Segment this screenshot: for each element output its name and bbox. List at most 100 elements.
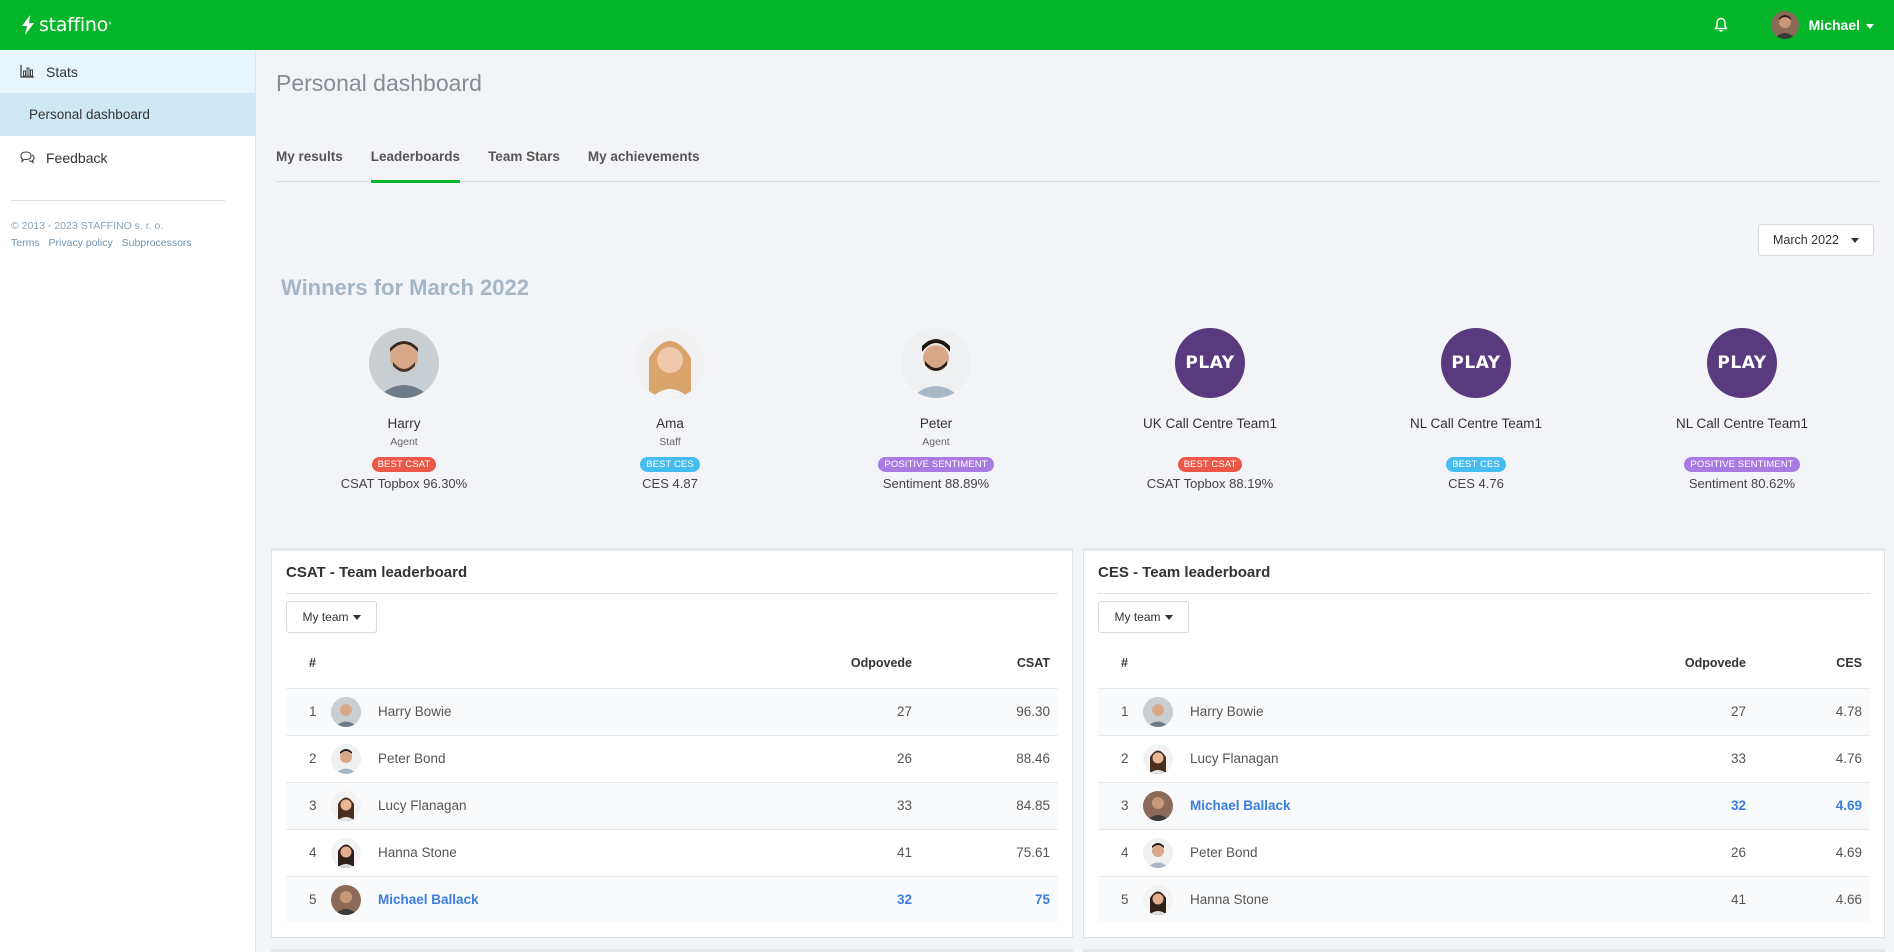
user-name: Harry Bowie [378, 704, 452, 719]
table-row: 1 Harry Bowie 27 4.78 [1098, 688, 1870, 735]
user-avatar[interactable] [1770, 11, 1799, 39]
month-select[interactable]: March 2022 [1758, 224, 1874, 256]
user-name: Hanna Stone [378, 845, 457, 860]
user-name[interactable]: Michael Ballack [378, 892, 479, 907]
chevron-down-icon [352, 614, 361, 620]
play-logo: PLAY [1441, 328, 1511, 398]
responses: 26 [896, 751, 912, 766]
notification-bell-icon[interactable] [1711, 15, 1731, 35]
sidebar-item-label: Stats [46, 63, 78, 80]
user-name[interactable]: Michael Ballack [1190, 798, 1291, 813]
sidebar-item-label: Feedback [46, 149, 108, 166]
tab-team-stars[interactable]: Team Stars [488, 147, 560, 182]
user-avatar [1143, 791, 1173, 821]
user-name: Lucy Flanagan [378, 798, 467, 813]
user-name: Michael [1808, 17, 1860, 33]
user-menu[interactable]: Michael [1809, 17, 1874, 33]
rank: 3 [1121, 798, 1129, 813]
rank: 4 [1121, 845, 1129, 860]
award-badge: BEST CES [640, 457, 700, 472]
user-avatar [1143, 744, 1173, 774]
winner-role [1366, 436, 1586, 448]
winner-avatar [635, 328, 705, 398]
terms-link[interactable]: Terms [11, 237, 40, 249]
responses: 27 [896, 704, 912, 719]
team-filter-dropdown[interactable]: My team [1098, 601, 1189, 633]
winner-avatar [901, 328, 971, 398]
sidebar-item-personal-dashboard[interactable]: Personal dashboard [0, 93, 255, 136]
user-avatar [1143, 697, 1173, 727]
award-badge: POSITIVE SENTIMENT [1684, 457, 1800, 472]
winner-score: Sentiment 80.62% [1688, 476, 1796, 491]
sidebar-item-label: Personal dashboard [29, 107, 150, 122]
responses: 27 [1730, 704, 1746, 719]
col-score[interactable]: CES [1836, 656, 1862, 670]
ces-leaderboard-card: CES - Team leaderboard My team # Odpoved… [1083, 548, 1885, 938]
tab-leaderboards[interactable]: Leaderboards [370, 147, 461, 183]
table-row-current-user: 3 Michael Ballack 32 4.69 [1098, 782, 1870, 829]
team-filter-value: My team [302, 610, 349, 624]
winner-role [1100, 436, 1320, 448]
responses: 32 [1730, 798, 1746, 813]
score: 4.69 [1835, 845, 1862, 860]
chevron-down-icon [1164, 614, 1173, 620]
score: 4.69 [1835, 798, 1862, 813]
award-badge: POSITIVE SENTIMENT [878, 457, 994, 472]
sidebar-item-stats[interactable]: Stats [0, 50, 255, 93]
col-responses[interactable]: Odpovede [851, 656, 912, 670]
rank: 5 [1121, 892, 1129, 907]
col-score[interactable]: CSAT [1017, 656, 1050, 670]
winner-card: PLAY UK Call Centre Team1 BEST CSAT CSAT… [1100, 328, 1320, 491]
winner-score: CSAT Topbox 88.19% [1146, 476, 1274, 491]
month-select-value: March 2022 [1772, 233, 1839, 247]
winner-role [1632, 436, 1852, 448]
winner-name: Harry [387, 416, 421, 431]
winner-card: Ama Staff BEST CES CES 4.87 [560, 328, 780, 491]
user-name: Harry Bowie [1190, 704, 1264, 719]
winner-score: CES 4.76 [1448, 476, 1504, 491]
score: 75 [1034, 892, 1050, 907]
winners-title: Winners for March 2022 [281, 275, 529, 300]
table-row-current-user: 5 Michael Ballack 32 75 [286, 876, 1058, 923]
col-rank: # [309, 656, 316, 670]
tab-my-results[interactable]: My results [276, 147, 343, 182]
winner-score: CES 4.87 [642, 476, 698, 491]
score: 4.76 [1835, 751, 1862, 766]
team-filter-value: My team [1114, 610, 1161, 624]
table-row: 1 Harry Bowie 27 96.30 [286, 688, 1058, 735]
table-row: 5 Hanna Stone 41 4.66 [1098, 876, 1870, 923]
winner-name: Peter [919, 416, 953, 431]
winner-role: Agent [922, 436, 950, 448]
tab-my-achievements[interactable]: My achievements [588, 147, 700, 182]
score: 4.78 [1835, 704, 1862, 719]
col-responses[interactable]: Odpovede [1685, 656, 1746, 670]
winner-role: Agent [390, 436, 418, 448]
table-row: 2 Peter Bond 26 88.46 [286, 735, 1058, 782]
team-filter-dropdown[interactable]: My team [286, 601, 377, 633]
footer-links: Terms Privacy policy Subprocessors [11, 237, 255, 249]
user-avatar [1143, 838, 1173, 868]
user-name: Peter Bond [378, 751, 446, 766]
subprocessors-link[interactable]: Subprocessors [122, 237, 192, 249]
score: 84.85 [1016, 798, 1050, 813]
user-name: Peter Bond [1190, 845, 1258, 860]
top-bar: staffino ° Michael [0, 0, 1894, 50]
privacy-policy-link[interactable]: Privacy policy [49, 237, 113, 249]
user-name: Lucy Flanagan [1190, 751, 1279, 766]
table-row: 4 Hanna Stone 41 75.61 [286, 829, 1058, 876]
play-logo: PLAY [1175, 328, 1245, 398]
responses: 33 [896, 798, 912, 813]
award-badge: BEST CSAT [1177, 457, 1243, 472]
user-avatar [331, 885, 361, 915]
rank: 1 [309, 704, 317, 719]
copyright: © 2013 - 2023 STAFFINO s. r. o. [11, 220, 164, 232]
logo-text: staffino [39, 14, 108, 36]
user-avatar [331, 791, 361, 821]
sidebar: Stats Personal dashboard Feedback © 2013… [0, 50, 256, 952]
csat-leaderboard-card: CSAT - Team leaderboard My team # Odpove… [271, 548, 1073, 938]
card-title: CSAT - Team leaderboard [286, 564, 468, 581]
staffino-logo[interactable]: staffino ° [20, 14, 112, 36]
award-badge: BEST CSAT [371, 457, 437, 472]
sidebar-item-feedback[interactable]: Feedback [0, 136, 255, 179]
winner-name: NL Call Centre Team1 [1675, 416, 1809, 431]
